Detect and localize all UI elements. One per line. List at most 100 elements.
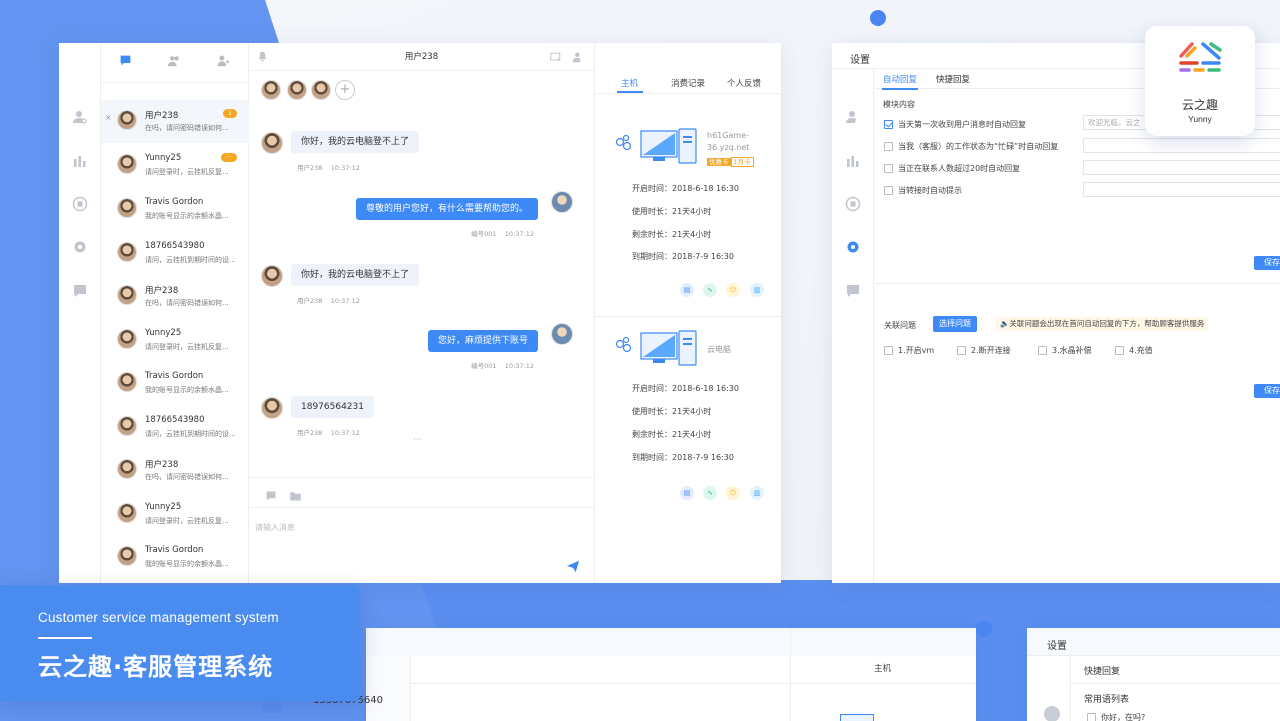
- busy-reply-input[interactable]: [1083, 138, 1280, 153]
- rule-checkbox[interactable]: [884, 120, 893, 129]
- message-bubble-incoming: 你好，我的云电脑登不上了: [291, 264, 420, 286]
- contact-item[interactable]: 用户238 在吗，请问密码错误如何...: [101, 449, 249, 492]
- power-icon[interactable]: ⏻: [726, 486, 740, 500]
- chat-tab-icon[interactable]: [119, 54, 132, 71]
- participant-avatar[interactable]: [311, 80, 331, 100]
- note-icon[interactable]: ▤: [680, 486, 694, 500]
- tab-quick-reply[interactable]: 快捷回复: [936, 73, 970, 85]
- contact-item[interactable]: Yunny25 请问登录时，云挂机反复...: [101, 493, 249, 536]
- user-search-icon[interactable]: [844, 109, 862, 127]
- bell-icon[interactable]: [257, 43, 268, 71]
- message-icon[interactable]: [844, 283, 862, 301]
- participant-avatar[interactable]: [261, 80, 281, 100]
- transfer-icon[interactable]: [550, 43, 562, 71]
- question-checkbox[interactable]: [884, 346, 893, 355]
- contact-item[interactable]: 18766543980 请问，云挂机到期时间的设...: [101, 406, 249, 449]
- question-checkbox[interactable]: [1115, 346, 1124, 355]
- stop-icon[interactable]: [71, 196, 89, 214]
- computer-icon: [840, 714, 874, 721]
- message-time: 10:37:12: [330, 164, 360, 172]
- auto-reply-rule[interactable]: 当正在联系人数超过20时自动回复: [884, 163, 1020, 174]
- computer-icon: [615, 330, 705, 374]
- emoji-icon[interactable]: [265, 487, 277, 506]
- user-search-icon[interactable]: [261, 703, 283, 713]
- user-add-tab-icon[interactable]: [217, 54, 230, 71]
- send-icon[interactable]: [566, 558, 580, 577]
- auto-reply-rule[interactable]: 当天第一次收到用户消息时自动回复: [884, 119, 1026, 130]
- unread-badge: ···: [221, 153, 237, 162]
- sender-avatar[interactable]: [261, 132, 283, 154]
- question-option[interactable]: 1.开启vm: [884, 345, 934, 356]
- rule-checkbox[interactable]: [884, 142, 893, 151]
- rule-checkbox[interactable]: [884, 186, 893, 195]
- phrase-preview-text: 你好，在吗?: [1101, 713, 1146, 721]
- stats-icon[interactable]: [71, 153, 89, 171]
- bottom-quick-reply[interactable]: 快捷回复: [1084, 664, 1120, 677]
- save-button-2[interactable]: 保存: [1254, 384, 1280, 398]
- section-label: 模块内容: [883, 100, 915, 109]
- agent-avatar[interactable]: [551, 323, 573, 345]
- left-value: 21天4小时: [672, 230, 712, 239]
- contact-item[interactable]: Travis Gordon 我的账号显示的余额水晶...: [101, 536, 249, 579]
- contact-item[interactable]: Travis Gordon 我的账号显示的余额水晶...: [101, 188, 249, 231]
- question-checkbox[interactable]: [1038, 346, 1047, 355]
- start-time: 开启时间：2018-6-18 16:30: [632, 383, 739, 394]
- chat-title: 用户238: [404, 52, 439, 62]
- user-settings-icon[interactable]: [572, 43, 584, 71]
- group-tab-icon[interactable]: [167, 54, 181, 72]
- contact-name: 用户238: [145, 286, 179, 296]
- delete-icon[interactable]: ▥: [750, 486, 764, 500]
- auto-reply-rule[interactable]: 当转接时自动提示: [884, 185, 962, 196]
- sender-avatar[interactable]: [261, 265, 283, 287]
- gear-icon[interactable]: [844, 239, 862, 257]
- stop-icon[interactable]: [844, 196, 862, 214]
- close-icon[interactable]: ×: [105, 113, 112, 122]
- avatar: [117, 329, 137, 349]
- message-sender: 编号001: [471, 362, 497, 370]
- auto-reply-rule[interactable]: 当我（客服）的工作状态为“忙碌”时自动回复: [884, 141, 1058, 152]
- contact-item[interactable]: Yunny25 请问登录时，云挂机反复...: [101, 319, 249, 362]
- contact-item[interactable]: 18766543980 请问，云挂机到期时间的设...: [101, 232, 249, 275]
- message-sender: 用户238: [297, 429, 323, 437]
- contact-item[interactable]: × 用户238 在吗，请问密码错误如何... 1: [101, 100, 249, 143]
- contact-item[interactable]: Travis Gordon 我的账号显示的余额水晶...: [101, 362, 249, 405]
- tab-host[interactable]: 主机: [621, 77, 638, 89]
- more-indicator: ···: [413, 435, 422, 445]
- sender-avatar[interactable]: [261, 397, 283, 419]
- avatar: [117, 416, 137, 436]
- tab-consumption[interactable]: 消费记录: [671, 77, 705, 89]
- rule-checkbox[interactable]: [884, 164, 893, 173]
- folder-icon[interactable]: [289, 487, 302, 506]
- question-checkbox[interactable]: [957, 346, 966, 355]
- question-option[interactable]: 2.断开连接: [957, 345, 1011, 356]
- question-option[interactable]: 3.水晶补偿: [1038, 345, 1092, 356]
- save-button[interactable]: 保存: [1254, 256, 1280, 270]
- decor-dot: [976, 621, 992, 637]
- bottom-tab-host[interactable]: 主机: [874, 662, 891, 674]
- delete-icon[interactable]: ▥: [750, 283, 764, 297]
- question-option[interactable]: 4.充值: [1115, 345, 1153, 356]
- overflow-reply-input[interactable]: [1083, 160, 1280, 175]
- tab-feedback[interactable]: 个人反馈: [727, 77, 761, 89]
- message-icon[interactable]: [71, 283, 89, 301]
- power-icon[interactable]: ⏻: [726, 283, 740, 297]
- signal-icon[interactable]: ∿: [703, 486, 717, 500]
- contact-item[interactable]: 用户238 在吗，请问密码错误如何...: [101, 275, 249, 318]
- user-search-icon[interactable]: [71, 109, 89, 127]
- select-question-button[interactable]: 选择问题: [933, 316, 977, 332]
- transfer-reply-input[interactable]: [1083, 182, 1280, 197]
- add-participant-button[interactable]: +: [335, 80, 355, 100]
- gear-icon[interactable]: [71, 239, 89, 257]
- tab-auto-reply[interactable]: 自动回复: [883, 73, 917, 85]
- signal-icon[interactable]: ∿: [703, 283, 717, 297]
- contact-item[interactable]: Yunny25 请问登录时，云挂机反复... ···: [101, 144, 249, 187]
- contact-name: Yunny25: [145, 153, 182, 163]
- unread-badge: 1: [223, 109, 237, 118]
- message-input[interactable]: 请输入消息: [249, 507, 594, 583]
- agent-avatar[interactable]: [551, 191, 573, 213]
- tag-coupon: 优惠卡: [707, 158, 731, 166]
- related-hint-text: 关联问题会出现在首问自动回复的下方，帮助顾客提供服务: [1009, 319, 1205, 328]
- note-icon[interactable]: ▤: [680, 283, 694, 297]
- stats-icon[interactable]: [844, 153, 862, 171]
- participant-avatar[interactable]: [287, 80, 307, 100]
